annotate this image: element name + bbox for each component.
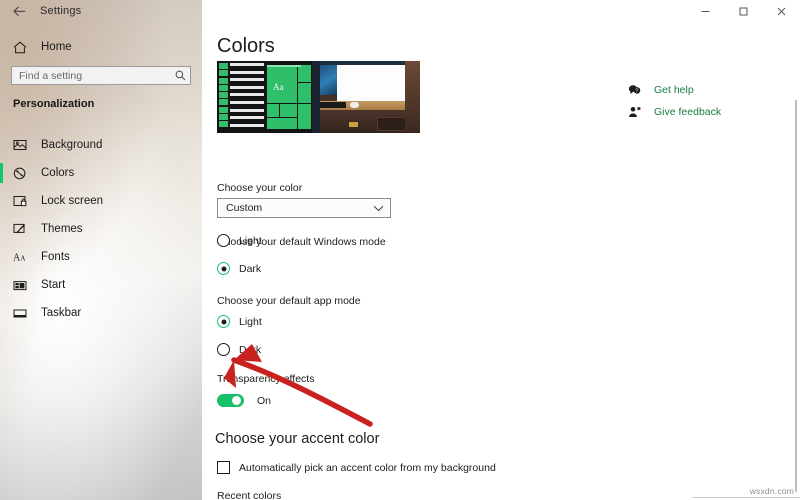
maximize-button[interactable] xyxy=(724,0,762,22)
start-menu-icon xyxy=(13,276,34,294)
windows-mode-dark-radio[interactable] xyxy=(217,262,230,275)
preview-mouse xyxy=(350,102,359,108)
choose-color-label: Choose your color xyxy=(217,182,303,194)
app-mode-light-radio-row[interactable]: Light xyxy=(217,315,262,328)
preview-right-object xyxy=(405,61,420,133)
sidebar-item-label: Taskbar xyxy=(41,307,82,319)
back-arrow-icon[interactable] xyxy=(0,0,38,22)
svg-text:?: ? xyxy=(635,88,638,94)
preview-desk-object xyxy=(349,122,358,127)
lock-screen-icon xyxy=(13,192,34,210)
give-feedback-icon xyxy=(626,106,642,118)
page-title: Colors xyxy=(217,35,275,57)
preview-tile-group: Aa xyxy=(267,65,311,129)
app-mode-dark-radio-row[interactable]: Dark xyxy=(217,343,261,356)
search-box[interactable] xyxy=(11,66,191,85)
toggle-knob xyxy=(232,396,241,405)
sidebar-item-label: Colors xyxy=(41,167,75,179)
give-feedback-link[interactable]: Give feedback xyxy=(626,102,786,121)
home-icon xyxy=(13,38,34,56)
watermark: wsxdn.com xyxy=(749,486,794,496)
close-button[interactable] xyxy=(762,0,800,22)
radio-label: Light xyxy=(239,315,262,328)
themes-brush-icon xyxy=(13,220,34,238)
sidebar-item-label: Background xyxy=(41,139,103,151)
transparency-toggle[interactable] xyxy=(217,394,244,407)
settings-window: Settings Home Find a setting Personaliza… xyxy=(0,0,800,500)
sidebar-home-label: Home xyxy=(41,41,72,53)
auto-accent-label: Automatically pick an accent color from … xyxy=(239,461,496,474)
main-content: Colors Aa Choose your color Custom Choos… xyxy=(202,22,800,500)
preview-menu-lines xyxy=(230,63,264,131)
sidebar-item-lock-screen[interactable]: Lock screen xyxy=(0,187,202,215)
content-scrollbar[interactable] xyxy=(795,100,797,492)
app-mode-dark-radio[interactable] xyxy=(217,343,230,356)
sidebar-item-label: Fonts xyxy=(41,251,70,263)
title-bar: Settings xyxy=(0,0,800,22)
colors-palette-icon xyxy=(13,164,34,182)
search-input[interactable] xyxy=(12,69,170,82)
windows-mode-dark-radio-row[interactable]: Dark xyxy=(217,262,261,275)
preview-panel-edge xyxy=(312,61,320,133)
chevron-down-icon xyxy=(373,205,384,212)
help-link-label: Get help xyxy=(654,83,694,96)
app-mode-label: Choose your default app mode xyxy=(217,295,361,307)
auto-accent-checkbox[interactable] xyxy=(217,461,230,474)
window-title: Settings xyxy=(40,5,82,17)
sidebar-item-label: Start xyxy=(41,279,66,291)
color-preview-image: Aa xyxy=(217,61,420,133)
transparency-state-label: On xyxy=(257,394,272,407)
choose-color-dropdown[interactable]: Custom xyxy=(217,198,391,218)
taskbar-icon xyxy=(13,304,34,322)
preview-start-menu: Aa xyxy=(217,61,312,133)
sidebar-item-background[interactable]: Background xyxy=(0,131,202,159)
choose-color-value: Custom xyxy=(226,202,263,214)
windows-mode-light-radio[interactable] xyxy=(217,234,230,247)
sidebar-item-home[interactable]: Home xyxy=(0,34,202,60)
accent-color-heading: Choose your accent color xyxy=(215,431,380,447)
sidebar-item-fonts[interactable]: A A Fonts xyxy=(0,243,202,271)
sidebar-item-taskbar[interactable]: Taskbar xyxy=(0,299,202,327)
preview-sample-text: Aa xyxy=(273,82,284,92)
selection-accent-bar xyxy=(0,163,3,183)
preview-monitor-screen xyxy=(337,65,405,101)
background-picture-icon xyxy=(13,136,34,154)
sidebar-item-label: Lock screen xyxy=(41,195,104,207)
fonts-aa-icon: A A xyxy=(13,248,34,266)
sidebar-item-colors[interactable]: Colors xyxy=(0,159,202,187)
transparency-label: Transparency effects xyxy=(217,373,315,385)
sidebar-item-start[interactable]: Start xyxy=(0,271,202,299)
windows-mode-light-radio-row[interactable]: Light xyxy=(217,234,262,247)
watermark-divider xyxy=(692,497,800,498)
navigation-sidebar: Home Personalization xyxy=(0,0,202,500)
sidebar-section-title: Personalization xyxy=(13,98,95,110)
search-icon xyxy=(170,70,190,81)
radio-label: Light xyxy=(239,234,262,247)
auto-accent-checkbox-row[interactable]: Automatically pick an accent color from … xyxy=(217,461,496,474)
sidebar-item-label: Themes xyxy=(41,223,83,235)
sidebar-item-themes[interactable]: Themes xyxy=(0,215,202,243)
radio-label: Dark xyxy=(239,343,262,356)
get-help-icon: ? xyxy=(626,84,642,96)
get-help-link[interactable]: ? Get help xyxy=(626,80,786,99)
radio-label: Dark xyxy=(239,262,262,275)
preview-keyboard xyxy=(316,102,346,108)
help-link-label: Give feedback xyxy=(654,105,722,118)
recent-colors-label: Recent colors xyxy=(217,490,282,500)
transparency-toggle-row[interactable]: On xyxy=(217,394,271,407)
app-mode-light-radio[interactable] xyxy=(217,315,230,328)
preview-accent-swatches xyxy=(219,63,228,131)
minimize-button[interactable] xyxy=(686,0,724,22)
help-links: ? Get help Give feedback xyxy=(626,80,786,124)
svg-text:A: A xyxy=(20,255,25,263)
sidebar-item-list: Background Colors Lock screen Themes A A… xyxy=(0,131,202,327)
